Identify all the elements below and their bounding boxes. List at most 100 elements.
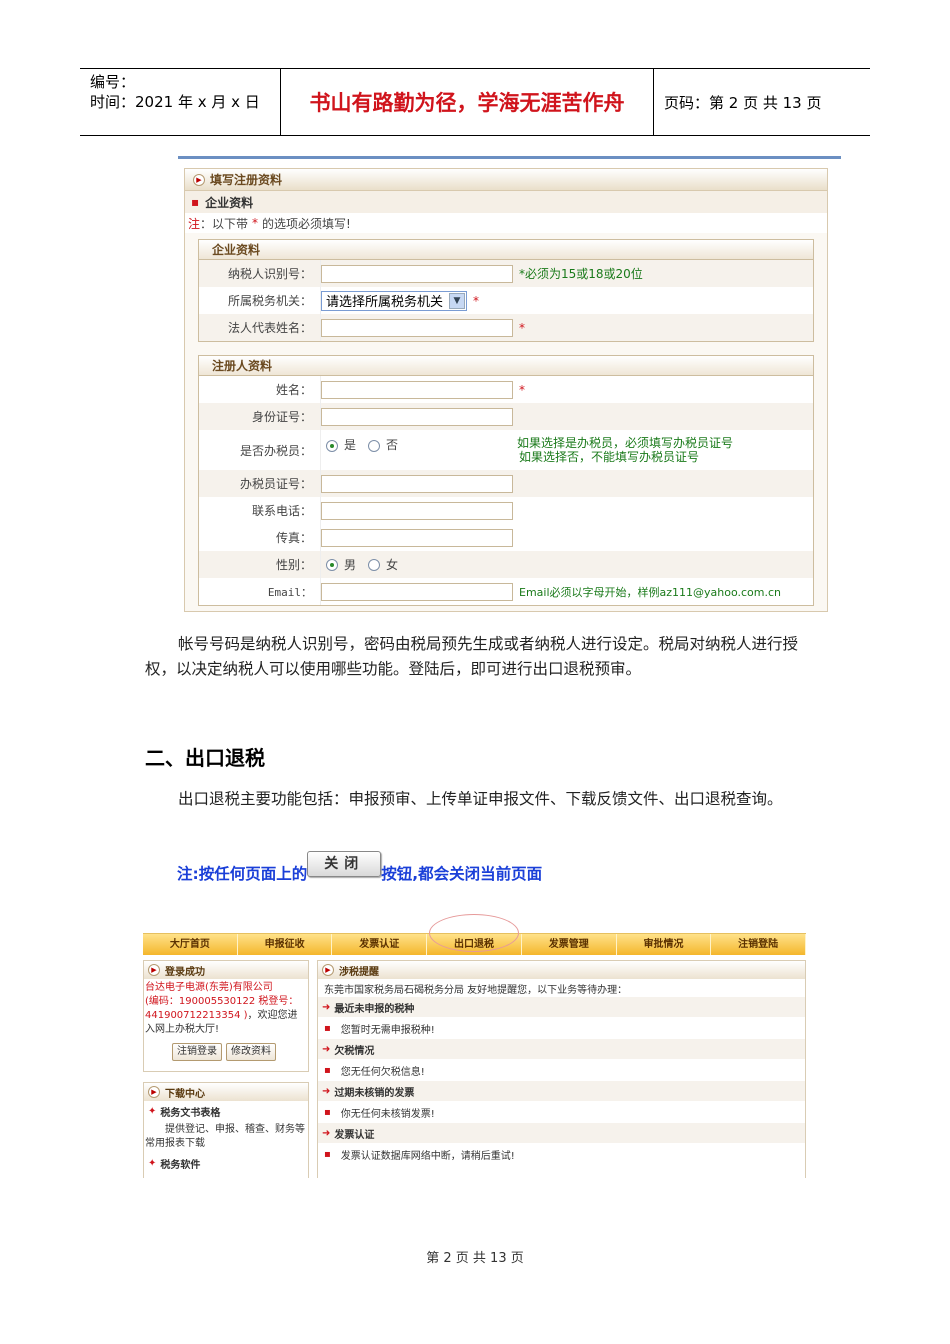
close-note: 注:按任何页面上的 关闭 按钮,都会关闭当前页面 xyxy=(177,851,543,884)
arrow-circle-icon: ▶ xyxy=(322,964,334,976)
company-box: 企业资料 纳税人识别号： *必须为15或18或20位 所属税务机关： 请选择所属税务… xyxy=(198,239,814,342)
yes-label: 是 xyxy=(344,438,357,452)
reminder-intro: 东莞市国家税务局石碣税务分局 友好地提醒您，以下业务等待办理： xyxy=(324,984,628,996)
tax-office-select[interactable]: 请选择所属税务机关 ▼ xyxy=(321,290,467,311)
tax-office-label: 所属税务机关： xyxy=(199,287,321,314)
note-prefix: 注 xyxy=(188,216,201,231)
page-footer: 第 2 页 共 13 页 xyxy=(426,1251,524,1266)
note-star: * xyxy=(252,216,259,230)
radio-no[interactable] xyxy=(368,439,381,452)
chevron-down-icon[interactable]: ▼ xyxy=(449,292,465,309)
legal-rep-input[interactable] xyxy=(321,318,513,337)
nav-logout[interactable]: 注销登陆 xyxy=(711,934,807,955)
radio-female[interactable] xyxy=(368,558,381,571)
phone-input[interactable] xyxy=(321,501,513,520)
portal-screenshot: 大厅首页 申报征收 发票认证 出口退税 发票管理 审批情况 注销登陆 ▶ 登录成功… xyxy=(143,914,807,1178)
logout-button[interactable]: 注销登录 xyxy=(172,1043,222,1061)
arrow-circle-icon: ▶ xyxy=(193,173,205,186)
doc-time: 时间：2021 年 x 月 x 日 xyxy=(90,93,260,111)
required-star: * xyxy=(473,293,479,308)
email-input[interactable] xyxy=(321,582,513,601)
section-title: 企业资料 xyxy=(205,195,254,210)
male-label: 男 xyxy=(344,558,357,572)
nav-approval[interactable]: 审批情况 xyxy=(617,934,712,955)
note-text: ：以下带 xyxy=(200,216,249,231)
nav-home[interactable]: 大厅首页 xyxy=(143,934,238,955)
phone-label: 联系电话： xyxy=(199,497,321,524)
download-pane: ▶ 下载中心 ✦ 税务文书表格 提供登记、申报、稽查、财务等常用报表下载 ✦ 税务软件 xyxy=(143,1082,309,1178)
taxpayer-id-hint: *必须为15或18或20位 xyxy=(519,267,643,281)
registrant-box-title: 注册人资料 xyxy=(199,356,813,376)
gender-label: 性别： xyxy=(199,551,321,578)
login-title: 登录成功 xyxy=(165,966,205,978)
nav-invoice-auth[interactable]: 发票认证 xyxy=(332,934,428,955)
arrow-icon: ➜ xyxy=(322,1127,331,1139)
agent-no-label: 办税员证号： xyxy=(199,470,321,497)
close-button[interactable]: 关闭 xyxy=(307,851,382,877)
highlight-circle xyxy=(429,914,519,952)
header-page-info: 页码：第 2 页 共 13 页 xyxy=(664,93,822,112)
doc-number-label: 编号： xyxy=(90,73,136,91)
company-name: 台达电子电源(东莞)有限公司 xyxy=(145,982,273,993)
reminder-section: ➜ 发票认证 ▪ 发票认证数据库网络中断，请稍后重试! xyxy=(318,1123,805,1165)
login-pane: ▶ 登录成功 台达电子电源(东莞)有限公司 (编码：190005530122 税登… xyxy=(143,960,309,1072)
email-hint: Email必须以字母开始，样例az111@yahoo.com.cn xyxy=(519,585,782,599)
form-title: 填写注册资料 xyxy=(210,173,283,187)
section-title: 欠税情况 xyxy=(334,1045,375,1057)
radio-yes[interactable] xyxy=(326,439,338,452)
paragraph-2: 出口退税主要功能包括：申报预审、上传单证申报文件、下载反馈文件、出口退税查询。 xyxy=(178,790,783,808)
download-item-desc: 提供登记、申报、稽查、财务等常用报表下载 xyxy=(145,1124,305,1149)
registrant-box: 注册人资料 姓名： * 身份证号： 是否办税员： 是 否 如果选择是办税员，必须填写办税… xyxy=(198,355,814,606)
name-label: 姓名： xyxy=(199,376,321,403)
agent-hint-2: 如果选择否，不能填写办税员证号 xyxy=(519,450,700,464)
fax-input[interactable] xyxy=(321,528,513,547)
name-input[interactable] xyxy=(321,380,513,399)
arrow-icon: ✦ xyxy=(148,1105,157,1117)
is-agent-label: 是否办税员： xyxy=(199,430,321,470)
taxpayer-id-label: 纳税人识别号： xyxy=(199,260,321,287)
note-after: 按钮,都会关闭当前页面 xyxy=(381,865,543,883)
note-suffix: 的选项必须填写! xyxy=(262,216,351,231)
download-item-software[interactable]: 税务软件 xyxy=(160,1156,200,1171)
arrow-icon: ➜ xyxy=(322,1001,331,1013)
nav-invoice-mgmt[interactable]: 发票管理 xyxy=(522,934,617,955)
id-input[interactable] xyxy=(321,407,513,426)
nav-declare[interactable]: 申报征收 xyxy=(238,934,333,955)
edit-profile-button[interactable]: 修改资料 xyxy=(226,1043,276,1061)
arrow-circle-icon: ▶ xyxy=(148,964,160,976)
note-before: 注:按任何页面上的 xyxy=(177,865,308,883)
section-title: 最近未申报的税种 xyxy=(334,1003,415,1015)
reminder-section: ➜ 欠税情况 ▪ 您无任何欠税信息! xyxy=(318,1039,805,1081)
no-label: 否 xyxy=(386,438,399,452)
female-label: 女 xyxy=(386,558,399,572)
divider xyxy=(178,156,841,159)
page-header: 编号： 时间：2021 年 x 月 x 日 书山有路勤为径，学海无涯苦作舟 页码… xyxy=(80,68,870,136)
download-item-forms[interactable]: 税务文书表格 xyxy=(160,1104,220,1119)
download-title: 下载中心 xyxy=(165,1088,205,1100)
reminder-pane: ▶ 涉税提醒 东莞市国家税务局石碣税务分局 友好地提醒您，以下业务等待办理： ➜ 最… xyxy=(317,960,806,1178)
registration-form-screenshot: ▶ 填写注册资料 ▪ 企业资料 注：以下带 * 的选项必须填写! 企业资料 纳税人识别号… xyxy=(184,168,828,612)
reminder-section: ➜ 过期未核销的发票 ▪ 你无任何未核销发票! xyxy=(318,1081,805,1123)
section-title: 过期未核销的发票 xyxy=(334,1087,415,1099)
header-meta: 编号： 时间：2021 年 x 月 x 日 xyxy=(80,69,281,135)
header-motto: 书山有路勤为径，学海无涯苦作舟 xyxy=(281,69,654,135)
arrow-icon: ➜ xyxy=(322,1043,331,1055)
required-note: 注：以下带 * 的选项必须填写! xyxy=(185,213,827,233)
email-label: Email： xyxy=(199,578,321,605)
reminder-title: 涉税提醒 xyxy=(339,966,379,978)
arrow-icon: ✦ xyxy=(148,1157,157,1169)
paragraph-1: 帐号号码是纳税人识别号，密码由税局预先生成或者纳税人进行设定。税局对纳税人进行授… xyxy=(145,635,799,678)
agent-hint-1: 如果选择是办税员，必须填写办税员证号 xyxy=(517,436,734,450)
required-star: * xyxy=(519,382,525,397)
company-box-title: 企业资料 xyxy=(199,240,813,260)
legal-rep-label: 法人代表姓名： xyxy=(199,314,321,341)
section-item: 发票认证数据库网络中断，请稍后重试! xyxy=(340,1150,515,1162)
section-item: 您无任何欠税信息! xyxy=(340,1066,425,1078)
fax-label: 传真： xyxy=(199,524,321,551)
radio-male[interactable] xyxy=(326,558,338,571)
section-title: 发票认证 xyxy=(334,1129,375,1141)
taxpayer-id-input[interactable] xyxy=(321,264,513,283)
arrow-circle-icon: ▶ xyxy=(148,1086,160,1098)
agent-no-input[interactable] xyxy=(321,474,513,493)
tax-office-value: 请选择所属税务机关 xyxy=(326,295,444,310)
